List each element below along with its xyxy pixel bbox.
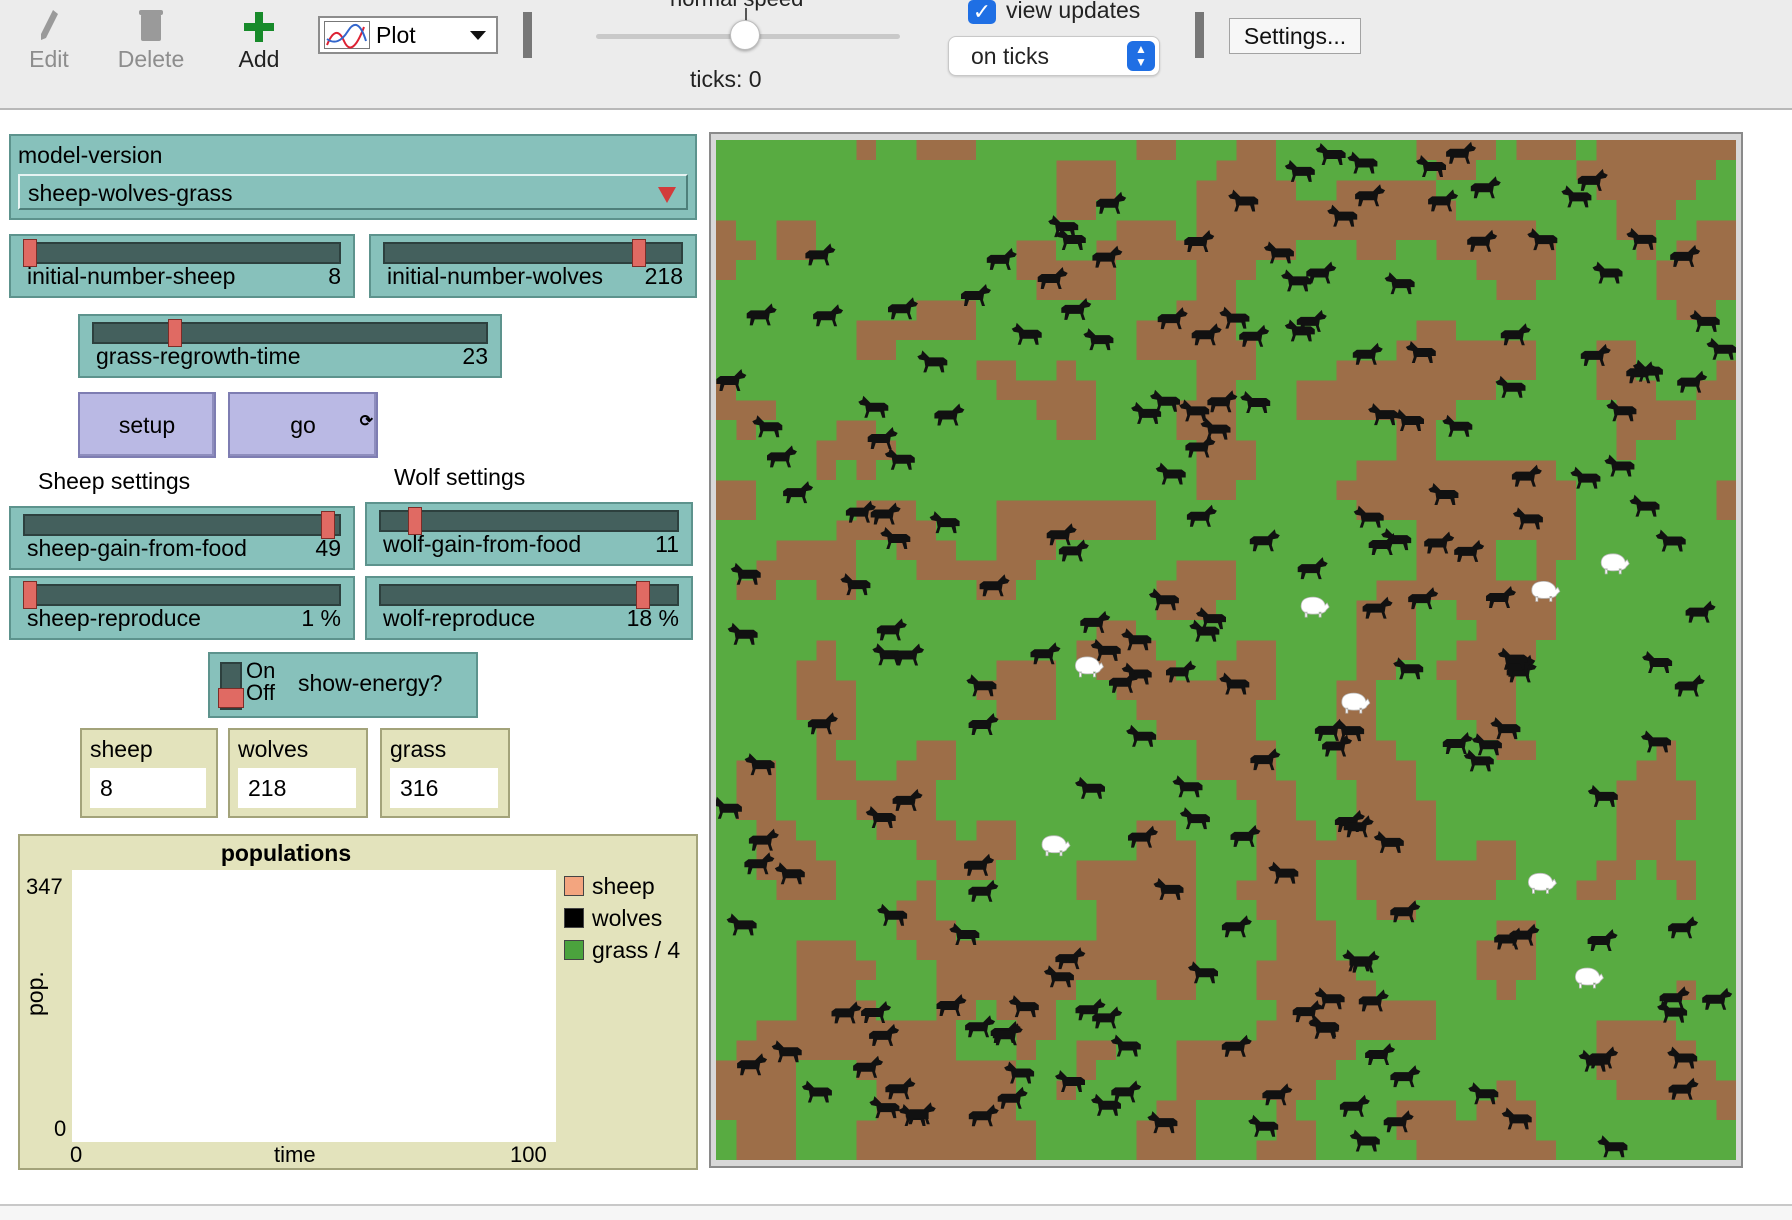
slider-label: initial-number-sheep [27, 263, 236, 289]
sheep-monitor: sheep 8 [80, 728, 218, 818]
slider-value: 11 [655, 531, 679, 557]
monitor-label: grass [390, 736, 447, 762]
go-button[interactable]: go ⟳ [228, 392, 378, 458]
view-updates-checkbox[interactable]: ✓ [968, 0, 996, 24]
slider-label: initial-number-wolves [387, 263, 604, 289]
updown-arrows-icon: ▲ ▼ [1127, 41, 1155, 71]
grass-monitor: grass 316 [380, 728, 510, 818]
slider-label: wolf-gain-from-food [383, 531, 582, 557]
setup-button[interactable]: setup [78, 392, 216, 458]
slider-value: 18 % [626, 605, 679, 631]
legend-label: grass / 4 [592, 936, 681, 963]
switch-label: show-energy? [298, 670, 443, 696]
chevron-down-icon [470, 30, 486, 40]
slider-track[interactable] [379, 510, 679, 532]
slider-label: wolf-reproduce [383, 605, 536, 631]
toolbar-divider [1195, 12, 1204, 58]
speed-label: normal speed [670, 0, 803, 12]
pencil-icon [4, 0, 94, 42]
legend-item-wolves: wolves [564, 902, 680, 934]
setup-button-label: setup [118, 412, 176, 438]
widget-type-select[interactable]: Plot [318, 16, 498, 54]
slider-value: 23 [462, 343, 488, 369]
slider-initial-number-sheep[interactable]: initial-number-sheep 8 [9, 234, 355, 298]
plot-legend: sheep wolves grass / 4 [564, 870, 680, 966]
plot-x-min: 0 [70, 1142, 83, 1167]
update-mode-value: on ticks [971, 42, 1049, 69]
slider-label: sheep-gain-from-food [27, 535, 247, 561]
plot-title: populations [220, 840, 352, 866]
model-version-chooser[interactable]: model-version sheep-wolves-grass [9, 134, 697, 220]
plot-icon [324, 21, 370, 49]
slider-value: 1 % [301, 605, 341, 631]
add-label: Add [238, 46, 280, 72]
monitor-value: 218 [238, 768, 356, 808]
slider-label: sheep-reproduce [27, 605, 201, 631]
wolf-settings-heading: Wolf settings [394, 464, 526, 490]
forever-loop-icon: ⟳ [359, 413, 373, 430]
delete-label: Delete [117, 46, 185, 72]
plot-y-label: pop. [22, 971, 48, 1016]
slider-wolf-gain-from-food[interactable]: wolf-gain-from-food 11 [365, 502, 693, 566]
legend-item-sheep: sheep [564, 870, 680, 902]
ticks-counter: ticks: 0 [690, 66, 762, 92]
slider-sheep-reproduce[interactable]: sheep-reproduce 1 % [9, 576, 355, 640]
update-mode-select[interactable]: on ticks ▲ ▼ [948, 36, 1160, 76]
world-view[interactable] [716, 140, 1736, 1160]
plot-y-min: 0 [54, 1116, 67, 1141]
edit-label: Edit [29, 46, 69, 72]
legend-swatch [564, 908, 584, 928]
monitor-label: wolves [238, 736, 309, 762]
sheep-settings-heading: Sheep settings [38, 468, 191, 494]
monitor-value: 8 [90, 768, 206, 808]
legend-item-grass: grass / 4 [564, 934, 680, 966]
slider-track[interactable] [379, 584, 679, 606]
slider-sheep-gain-from-food[interactable]: sheep-gain-from-food 49 [9, 506, 355, 570]
go-button-label: go [290, 412, 316, 438]
switch-off-label: Off [246, 680, 275, 705]
add-button[interactable]: Add [214, 0, 304, 80]
legend-swatch [564, 876, 584, 896]
plus-icon [214, 0, 304, 42]
chooser-value[interactable]: sheep-wolves-grass [18, 174, 688, 210]
slider-track[interactable] [23, 514, 341, 536]
plot-y-max: 347 [26, 874, 63, 899]
chooser-selected-value: sheep-wolves-grass [28, 180, 233, 206]
monitor-value: 316 [390, 768, 498, 808]
settings-button[interactable]: Settings... [1229, 18, 1361, 54]
populations-plot: populations 347 0 pop. 0 time 100 sheep … [18, 834, 698, 1170]
toolbar: Edit Delete Add Plot normal speed ticks:… [0, 0, 1792, 110]
show-energy-switch[interactable]: On Off show-energy? [208, 652, 478, 718]
switch-on-label: On [246, 658, 276, 683]
slider-value: 8 [328, 263, 341, 289]
wolves-monitor: wolves 218 [228, 728, 368, 818]
widget-type-value: Plot [376, 21, 416, 48]
edit-button[interactable]: Edit [4, 0, 94, 80]
plot-x-max: 100 [510, 1142, 547, 1167]
trash-icon [106, 0, 196, 42]
toolbar-divider [523, 12, 532, 58]
slider-initial-number-wolves[interactable]: initial-number-wolves 218 [369, 234, 697, 298]
slider-label: grass-regrowth-time [96, 343, 301, 369]
slider-track[interactable] [92, 322, 488, 344]
slider-grass-regrowth-time[interactable]: grass-regrowth-time 23 [78, 314, 502, 378]
slider-wolf-reproduce[interactable]: wolf-reproduce 18 % [365, 576, 693, 640]
plot-x-label: time [274, 1142, 316, 1167]
monitor-label: sheep [90, 736, 153, 762]
plot-canvas [72, 870, 556, 1142]
dropdown-triangle-icon [658, 187, 676, 203]
slider-value: 218 [644, 263, 683, 289]
slider-value: 49 [315, 535, 341, 561]
view-updates-label: view updates [1006, 0, 1141, 23]
slider-track[interactable] [23, 584, 341, 606]
legend-swatch [564, 940, 584, 960]
speed-slider-knob[interactable] [730, 20, 760, 50]
switch-knob[interactable] [218, 688, 244, 708]
delete-button[interactable]: Delete [106, 0, 196, 80]
chooser-label: model-version [18, 142, 163, 168]
legend-label: sheep [592, 872, 655, 899]
legend-label: wolves [592, 904, 663, 931]
slider-track[interactable] [23, 242, 341, 264]
